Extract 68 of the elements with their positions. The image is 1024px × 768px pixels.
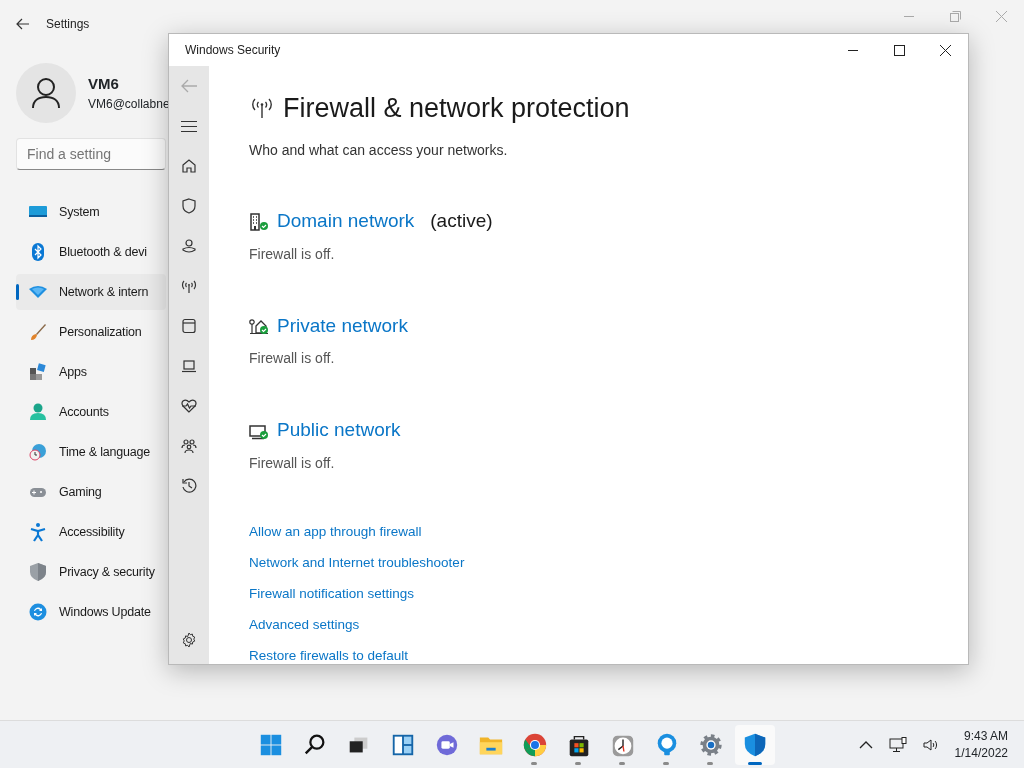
close-icon [995, 10, 1007, 22]
update-icon [28, 602, 48, 622]
settings-link[interactable]: Advanced settings [249, 615, 360, 633]
close-icon [939, 44, 951, 56]
person-icon [31, 77, 61, 109]
network-icon[interactable] [888, 736, 907, 753]
person-icon [28, 402, 48, 422]
gear-icon [698, 731, 724, 758]
restore-icon [949, 10, 961, 22]
clock-time[interactable]: 9:43 AM [954, 727, 1008, 745]
status-label: (active) [430, 209, 493, 234]
status-text: Firewall is off. [249, 244, 336, 264]
building-icon [249, 212, 269, 231]
search-field[interactable]: Find a setting [16, 138, 166, 170]
minimize-icon [848, 49, 858, 51]
history-icon [181, 478, 197, 494]
globe-clock-icon [28, 442, 48, 462]
user-email: VM6@collabne [88, 96, 170, 114]
sidebar-item[interactable]: Windows Update [16, 594, 166, 630]
status-text: Firewall is off. [249, 349, 336, 369]
window-title: Settings [46, 16, 90, 33]
page-heading: Firewall & network protection [283, 92, 630, 125]
family-icon [181, 438, 197, 454]
settings-link[interactable]: Allow an app through firewall [249, 522, 422, 540]
home-icon [249, 317, 269, 336]
sidebar-item[interactable]: System [16, 194, 166, 230]
user-name: VM6 [88, 73, 120, 94]
sidebar-item[interactable]: Bluetooth & devi [16, 234, 166, 270]
shield-icon [742, 731, 768, 758]
maximize-icon [893, 44, 905, 56]
apps-icon [28, 362, 48, 382]
sidebar-item[interactable]: Network & intern [16, 274, 166, 310]
network-link[interactable]: Public network [277, 416, 401, 445]
menu-icon [181, 120, 197, 132]
back-icon [16, 17, 30, 31]
antenna-icon [181, 278, 197, 294]
settings-link[interactable]: Restore firewalls to default [249, 646, 409, 664]
home-icon [181, 158, 197, 174]
network-link[interactable]: Private network [277, 311, 408, 341]
status-text: Firewall is off. [249, 453, 336, 473]
sidebar-item[interactable]: Time & language [16, 434, 166, 470]
sidebar-item[interactable]: Apps [16, 354, 166, 390]
shield-icon [28, 562, 48, 582]
back-icon [181, 79, 197, 93]
person-icon [181, 238, 197, 254]
volume-icon[interactable] [922, 737, 939, 752]
accessibility-icon [28, 522, 48, 542]
sidebar-item[interactable]: Accessibility [16, 514, 166, 550]
sidebar-item[interactable]: Gaming [16, 474, 166, 510]
brush-icon [28, 322, 48, 342]
chevron-up-icon[interactable] [858, 740, 873, 749]
shield-icon [181, 198, 197, 214]
browser-icon [522, 731, 548, 758]
minimize-icon [904, 15, 914, 17]
antenna-icon [249, 97, 275, 120]
sidebar-item[interactable]: Personalization [16, 314, 166, 350]
sidebar-item[interactable]: Accounts [16, 394, 166, 430]
heartbeat-icon [181, 398, 197, 414]
browser-icon [181, 318, 197, 334]
settings-icon [181, 632, 197, 648]
page-subtitle: Who and what can access your networks. [249, 141, 509, 161]
clock-date[interactable]: 1/14/2022 [954, 744, 1008, 762]
settings-link[interactable]: Firewall notification settings [249, 584, 415, 602]
window-title: Windows Security [185, 42, 281, 59]
sidebar-item[interactable]: Privacy & security [16, 554, 166, 590]
settings-link[interactable]: Network and Internet troubleshooter [249, 553, 465, 571]
network-link[interactable]: Domain network [277, 207, 415, 236]
laptop-icon [181, 358, 197, 374]
